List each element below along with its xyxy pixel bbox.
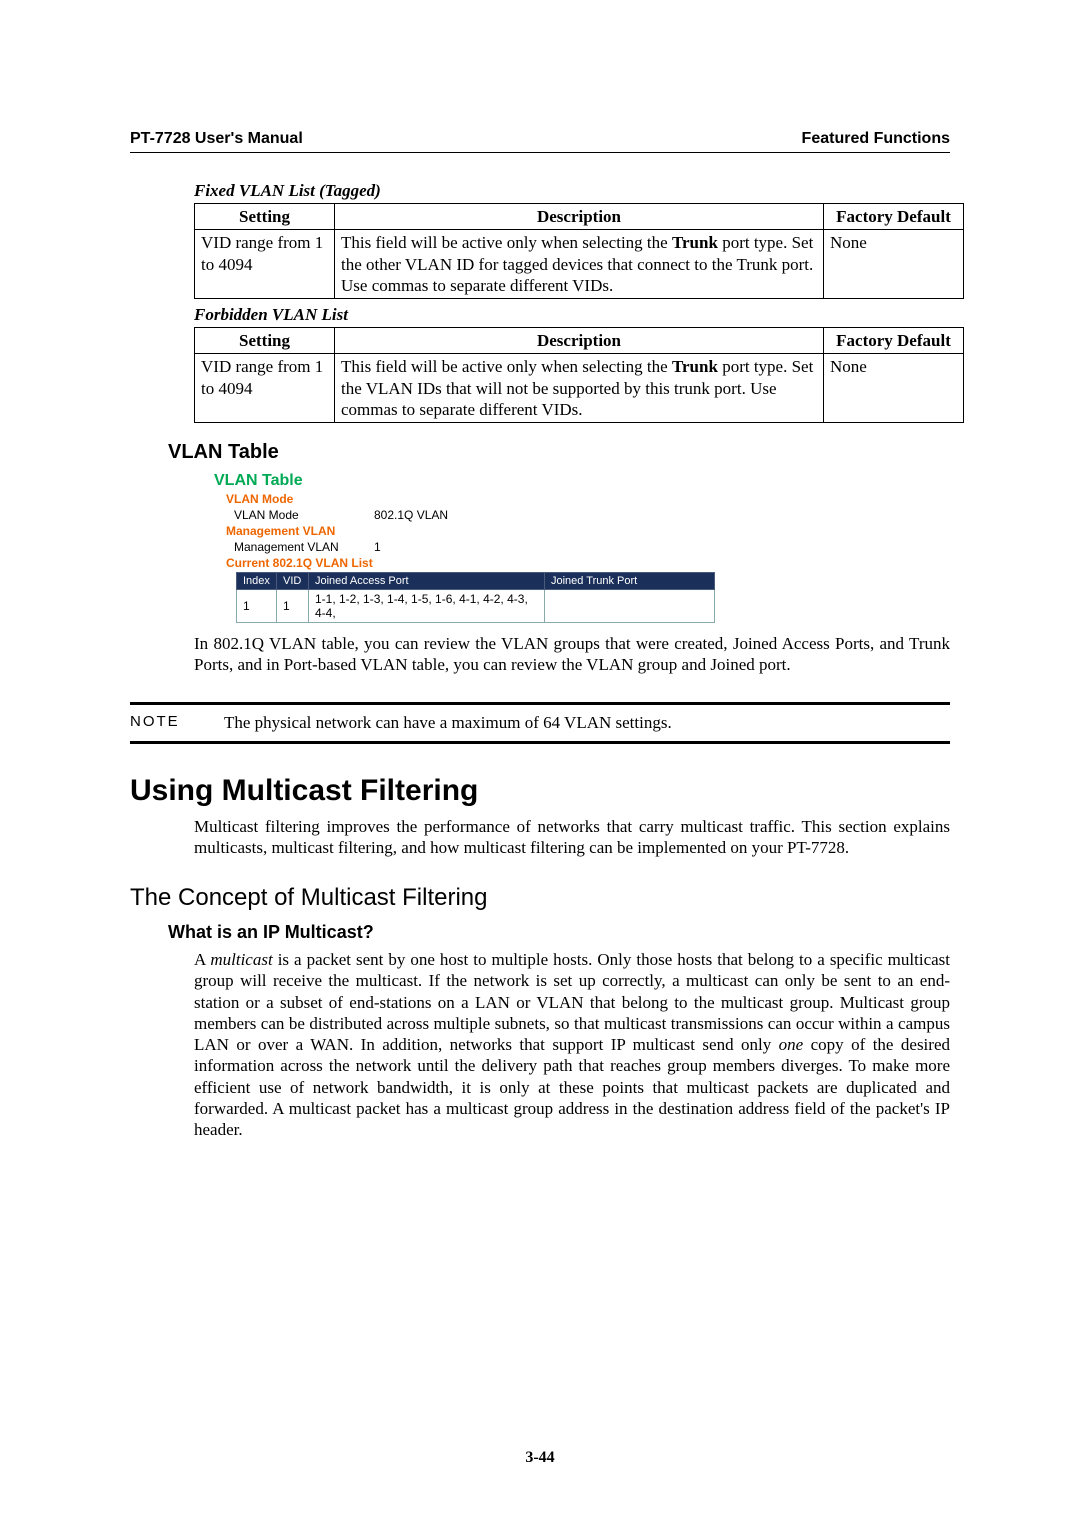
note-box: NOTE The physical network can have a max… <box>130 702 950 744</box>
vlan-table-heading: VLAN Table <box>168 441 950 464</box>
page-number: 3-44 <box>0 1449 1080 1467</box>
note-label: NOTE <box>130 713 224 733</box>
table2-caption: Forbidden VLAN List <box>194 305 950 325</box>
page-header: PT-7728 User's Manual Featured Functions <box>130 130 950 148</box>
table1-h2: Description <box>335 204 824 230</box>
vlan-shot-title: VLAN Table <box>214 472 854 490</box>
subsection-concept: The Concept of Multicast Filtering <box>130 884 950 912</box>
table1-h1: Setting <box>195 204 335 230</box>
table1-caption: Fixed VLAN List (Tagged) <box>194 181 950 201</box>
vlan-mode-row: VLAN Mode 802.1Q VLAN <box>234 507 854 523</box>
header-left: PT-7728 User's Manual <box>130 130 303 148</box>
section-heading-multicast: Using Multicast Filtering <box>130 774 950 808</box>
table1-h3: Factory Default <box>824 204 964 230</box>
mgmt-vlan-row: Management VLAN 1 <box>234 539 854 555</box>
vlan-table-screenshot: VLAN Table VLAN Mode VLAN Mode 802.1Q VL… <box>214 470 854 629</box>
vlan-paragraph: In 802.1Q VLAN table, you can review the… <box>194 633 950 676</box>
vlan-mode-section: VLAN Mode <box>226 492 854 506</box>
table1-setting: VID range from 1 to 4094 <box>195 230 335 299</box>
subsubsection-whatis: What is an IP Multicast? <box>168 922 950 943</box>
table2-setting: VID range from 1 to 4094 <box>195 354 335 423</box>
table2-h2: Description <box>335 328 824 354</box>
header-right: Featured Functions <box>802 130 950 148</box>
table2-desc: This field will be active only when sele… <box>335 354 824 423</box>
fixed-vlan-table: Setting Description Factory Default VID … <box>194 203 964 299</box>
forbidden-vlan-table: Setting Description Factory Default VID … <box>194 327 964 423</box>
multicast-definition-para: A multicast is a packet sent by one host… <box>194 949 950 1140</box>
multicast-intro-para: Multicast filtering improves the perform… <box>194 816 950 859</box>
header-rule <box>130 152 950 153</box>
table1-default: None <box>824 230 964 299</box>
table2-h1: Setting <box>195 328 335 354</box>
table1-desc: This field will be active only when sele… <box>335 230 824 299</box>
vlan-list-table: Index VID Joined Access Port Joined Trun… <box>236 572 715 623</box>
table2-h3: Factory Default <box>824 328 964 354</box>
mgmt-vlan-section: Management VLAN <box>226 524 854 538</box>
current-vlan-list-section: Current 802.1Q VLAN List <box>226 556 854 570</box>
table2-default: None <box>824 354 964 423</box>
note-text: The physical network can have a maximum … <box>224 713 672 733</box>
